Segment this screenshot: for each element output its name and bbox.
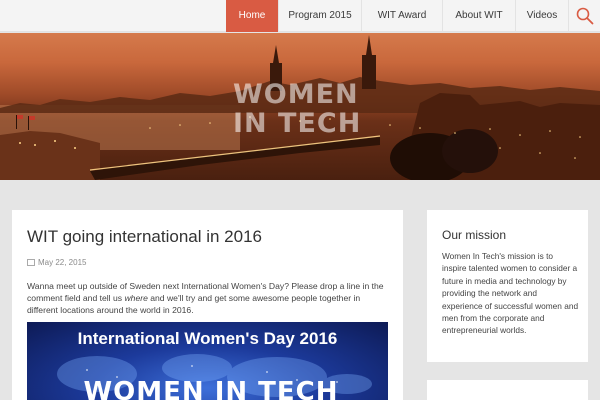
post-featured-image[interactable]: International Women's Day 2016 WOMEN IN … bbox=[27, 322, 388, 400]
mission-widget: Our mission Women In Tech's mission is t… bbox=[427, 210, 588, 362]
post-title[interactable]: WIT going international in 2016 bbox=[27, 227, 262, 247]
top-navigation: Home Program 2015 WIT Award About WIT Vi… bbox=[0, 0, 600, 32]
search-icon bbox=[576, 7, 594, 25]
widget-body: Women In Tech's mission is to inspire ta… bbox=[442, 251, 579, 336]
hero-title: WOMEN IN TECH bbox=[233, 80, 373, 138]
image-title-text: International Women's Day 2016 bbox=[77, 329, 338, 348]
post-body-emphasis: where bbox=[124, 293, 148, 303]
nav-item-home[interactable]: Home bbox=[226, 0, 278, 32]
calendar-icon bbox=[27, 259, 35, 266]
sidebar-widget-2 bbox=[427, 380, 588, 400]
nav-item-about-wit[interactable]: About WIT bbox=[442, 0, 515, 32]
post-card: WIT going international in 2016 May 22, … bbox=[12, 210, 403, 400]
hero-title-line-2: IN TECH bbox=[233, 108, 362, 139]
image-subtitle-text: WOMEN IN TECH bbox=[83, 377, 339, 400]
hero-banner: WOMEN IN TECH bbox=[0, 33, 600, 180]
widget-title: Our mission bbox=[442, 228, 507, 242]
nav-item-program-2015[interactable]: Program 2015 bbox=[278, 0, 361, 32]
nav-item-videos[interactable]: Videos bbox=[515, 0, 568, 32]
post-date: May 22, 2015 bbox=[27, 258, 86, 267]
post-date-text: May 22, 2015 bbox=[38, 258, 87, 267]
search-button[interactable] bbox=[568, 0, 600, 32]
nav-item-wit-award[interactable]: WIT Award bbox=[361, 0, 442, 32]
hero-title-line-1: WOMEN bbox=[233, 79, 359, 110]
post-body: Wanna meet up outside of Sweden next Int… bbox=[27, 280, 392, 316]
